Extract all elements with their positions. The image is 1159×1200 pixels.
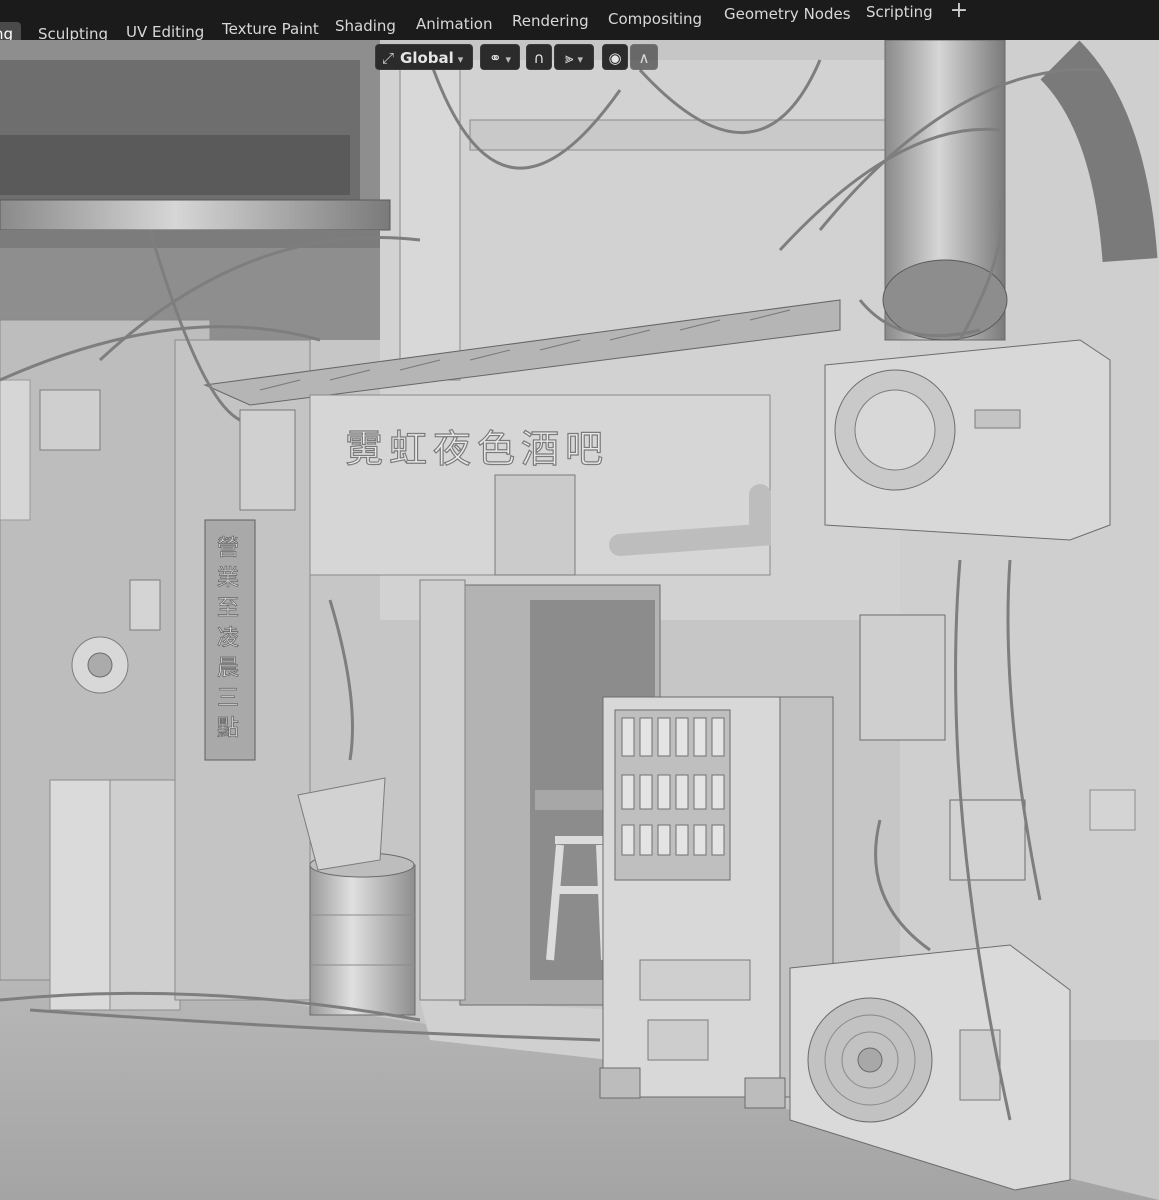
- vsign-char-3: 凌: [217, 626, 239, 651]
- falloff-curve-icon: ∧: [638, 49, 650, 67]
- vsign-char-5: 三: [217, 686, 239, 711]
- vsign-char-4: 晨: [217, 656, 239, 681]
- chevron-down-icon: ▾: [577, 53, 583, 66]
- workspace-tab-bar: ng Sculpting UV Editing Texture Paint Sh…: [0, 0, 1159, 46]
- transform-orientation-icon: ⤢: [382, 49, 395, 67]
- snap-toggle[interactable]: ∩: [526, 44, 552, 70]
- pivot-point-dropdown[interactable]: ⚭ ▾: [480, 44, 520, 70]
- tab-texture-paint[interactable]: Texture Paint: [214, 17, 327, 41]
- vertical-sign: 營 業 至 凌 晨 三 點: [217, 536, 240, 742]
- link-icon: ⚭: [488, 49, 502, 67]
- transform-orientation-value: Global: [400, 49, 454, 67]
- tab-compositing[interactable]: Compositing: [600, 7, 710, 31]
- vsign-char-0: 營: [217, 536, 239, 561]
- add-workspace-button[interactable]: +: [948, 0, 970, 22]
- tab-rendering[interactable]: Rendering: [504, 9, 597, 33]
- proportional-editing-icon: ◉: [608, 49, 622, 67]
- proportional-editing-toggle[interactable]: ◉: [602, 44, 628, 70]
- vsign-char-6: 點: [217, 716, 239, 741]
- tab-geometry-nodes[interactable]: Geometry Nodes: [716, 2, 859, 26]
- tab-scripting[interactable]: Scripting: [858, 0, 941, 24]
- viewport-header: ⤢ Global ▾ ⚭ ▾ ∩ ⫸ ▾ ◉ ∧: [330, 40, 710, 72]
- 3d-viewport[interactable]: 營 業 至 凌 晨 三 點 霓虹夜色酒吧: [0, 40, 1159, 1200]
- snap-target-dropdown[interactable]: ⫸ ▾: [554, 44, 594, 70]
- magnet-icon: ∩: [533, 49, 545, 67]
- tab-shading[interactable]: Shading: [327, 14, 404, 38]
- vsign-char-1: 業: [217, 566, 239, 591]
- falloff-dropdown[interactable]: ∧: [630, 44, 658, 70]
- snap-increment-icon: ⫸: [565, 49, 574, 67]
- ac-unit-upper: [824, 339, 1111, 541]
- blender-window: ng Sculpting UV Editing Texture Paint Sh…: [0, 0, 1159, 1200]
- viewport-scene: 營 業 至 凌 晨 三 點 霓虹夜色酒吧: [0, 40, 1159, 1200]
- chevron-down-icon: ▾: [505, 53, 512, 66]
- vsign-char-2: 至: [217, 596, 239, 621]
- tab-animation[interactable]: Animation: [408, 12, 500, 36]
- shop-sign-text: 霓虹夜色酒吧: [345, 427, 609, 471]
- transform-orientation-dropdown[interactable]: ⤢ Global ▾: [375, 44, 473, 70]
- chevron-down-icon: ▾: [457, 53, 464, 66]
